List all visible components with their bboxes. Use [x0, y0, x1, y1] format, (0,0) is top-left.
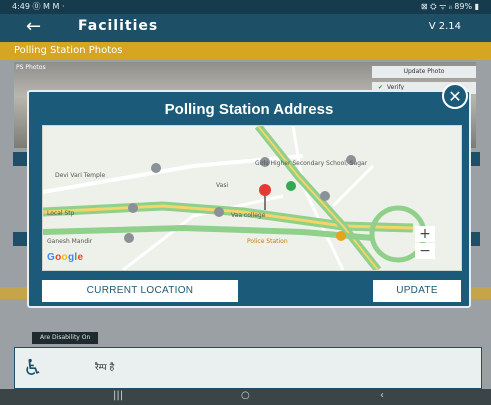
status-bar: 4:49 ⓪ M M · ⊠ ⛭ ᯤ ᵢₗ 89% ▮ — [0, 0, 491, 14]
address-dialog: Polling Station Address Devi Vari Temple… — [27, 90, 471, 308]
map-label-school: Girls Higher Secondary School, Sagar — [255, 160, 368, 167]
close-icon[interactable]: ✕ — [442, 83, 468, 109]
app-version: V 2.14 — [428, 21, 461, 32]
wheelchair-icon: ♿ — [23, 356, 43, 381]
disability-tag: Are Disability On — [32, 332, 99, 344]
back-arrow-icon[interactable]: ← — [26, 16, 41, 37]
background-strip — [13, 152, 27, 166]
update-photo-chip[interactable]: Update Photo — [372, 66, 476, 78]
map-label-vasi: Vasi — [216, 182, 229, 189]
dialog-title: Polling Station Address — [164, 101, 334, 118]
current-location-button[interactable]: CURRENT LOCATION — [42, 280, 238, 302]
photo-label: PS Photos — [16, 64, 46, 71]
app-bar: ← Facilities V 2.14 — [0, 14, 491, 42]
status-right: ⊠ ⛭ ᯤ ᵢₗ 89% ▮ — [420, 2, 479, 11]
facility-text: रैम्प है — [95, 363, 115, 373]
google-letter: e — [77, 252, 84, 263]
recents-icon[interactable]: ||| — [113, 390, 123, 401]
map-label-temple: Devi Vari Temple — [55, 172, 106, 179]
google-letter: G — [47, 252, 56, 263]
map-label-local: Local Stp — [47, 210, 75, 217]
back-nav-icon[interactable]: ‹ — [380, 390, 384, 401]
status-left: 4:49 ⓪ M M · — [12, 2, 65, 11]
map-view[interactable]: Devi Vari Temple Girls Higher Secondary … — [42, 125, 462, 271]
background-strip — [13, 232, 27, 246]
section-header: Polling Station Photos — [0, 42, 491, 60]
map-label-station: Police Station — [247, 238, 288, 245]
facility-card[interactable]: ♿ रैम्प है — [14, 347, 482, 389]
map-label-college: Vaa college — [231, 212, 266, 219]
zoom-in-button[interactable]: + — [415, 226, 435, 242]
zoom-out-button[interactable]: − — [415, 243, 435, 259]
map-roads — [43, 126, 427, 270]
system-nav-bar: ||| ○ ‹ — [0, 389, 491, 405]
map-label-mandir: Ganesh Mandir — [47, 238, 93, 245]
page-title: Facilities — [78, 18, 159, 34]
update-button[interactable]: UPDATE — [373, 280, 461, 302]
home-icon[interactable]: ○ — [241, 390, 250, 401]
google-logo: Google — [47, 252, 83, 263]
